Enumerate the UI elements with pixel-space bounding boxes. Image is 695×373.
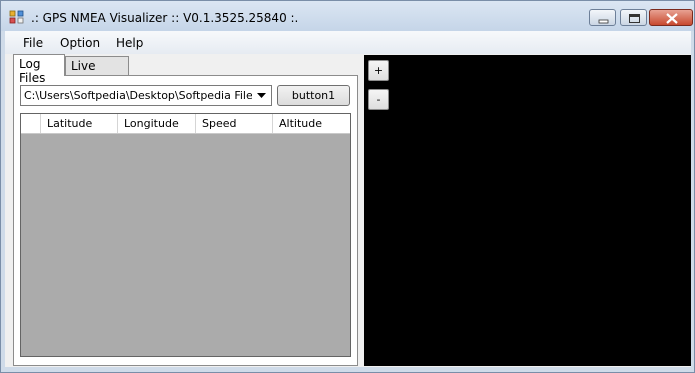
minimize-icon [598,19,609,24]
menu-option[interactable]: Option [60,36,100,50]
client-area: Log Files Live Usage C:\Users\Softpedia\… [5,54,691,367]
column-header-speed[interactable]: Speed [196,114,273,133]
nmea-data-grid[interactable]: Latitude Longitude Speed Altitude [20,113,351,357]
log-files-panel: C:\Users\Softpedia\Desktop\Softpedia Fil… [13,75,358,366]
column-header-latitude[interactable]: Latitude [41,114,118,133]
menu-bar: File Option Help [5,31,691,54]
app-icon [9,10,25,24]
chevron-down-icon[interactable] [254,88,269,103]
menu-help[interactable]: Help [116,36,143,50]
maximize-button[interactable] [620,9,647,26]
grid-header: Latitude Longitude Speed Altitude [21,114,350,134]
column-header-altitude[interactable]: Altitude [273,114,350,133]
log-file-path-select[interactable]: C:\Users\Softpedia\Desktop\Softpedia Fil… [20,85,272,106]
log-file-path-value: C:\Users\Softpedia\Desktop\Softpedia Fil… [24,89,252,102]
close-button[interactable] [649,9,693,26]
tab-log-files[interactable]: Log Files [13,54,65,85]
button1[interactable]: button1 [277,85,350,106]
map-view[interactable]: + - [364,55,691,366]
close-icon [666,13,678,24]
menu-file[interactable]: File [23,36,43,50]
row-header-corner [21,114,41,133]
column-header-longitude[interactable]: Longitude [118,114,196,133]
tab-live-usage[interactable]: Live Usage [65,56,129,87]
maximize-icon [629,14,640,23]
zoom-out-button[interactable]: - [368,89,389,110]
title-bar[interactable]: .: GPS NMEA Visualizer :: V0.1.3525.2584… [1,1,694,31]
zoom-in-button[interactable]: + [368,60,389,81]
window-title: .: GPS NMEA Visualizer :: V0.1.3525.2584… [31,11,299,25]
app-window: .: GPS NMEA Visualizer :: V0.1.3525.2584… [0,0,695,373]
minimize-button[interactable] [589,9,616,26]
